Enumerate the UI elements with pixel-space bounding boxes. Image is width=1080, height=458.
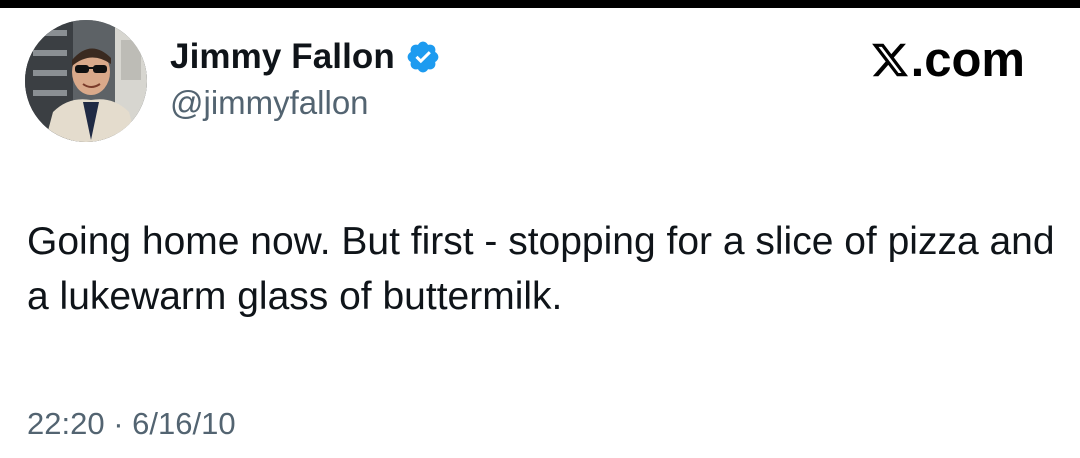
timestamp-separator: · xyxy=(113,406,124,441)
brand-suffix: .com xyxy=(910,33,1025,87)
tweet-date: 6/16/10 xyxy=(132,406,236,441)
verified-badge-icon xyxy=(405,39,441,75)
author-name-row: Jimmy Fallon xyxy=(170,34,441,80)
tweet-timestamp[interactable]: 22:20 · 6/16/10 xyxy=(27,406,236,442)
display-name[interactable]: Jimmy Fallon xyxy=(170,37,395,77)
brand-logo: .com xyxy=(870,32,1025,88)
x-logo-icon xyxy=(871,43,908,77)
author-handle[interactable]: @jimmyfallon xyxy=(170,84,369,122)
avatar-photo xyxy=(25,20,147,142)
tweet-text: Going home now. But first - stopping for… xyxy=(27,220,1055,318)
top-bar xyxy=(0,0,1080,8)
avatar[interactable] xyxy=(25,20,147,142)
tweet-time: 22:20 xyxy=(27,406,105,441)
